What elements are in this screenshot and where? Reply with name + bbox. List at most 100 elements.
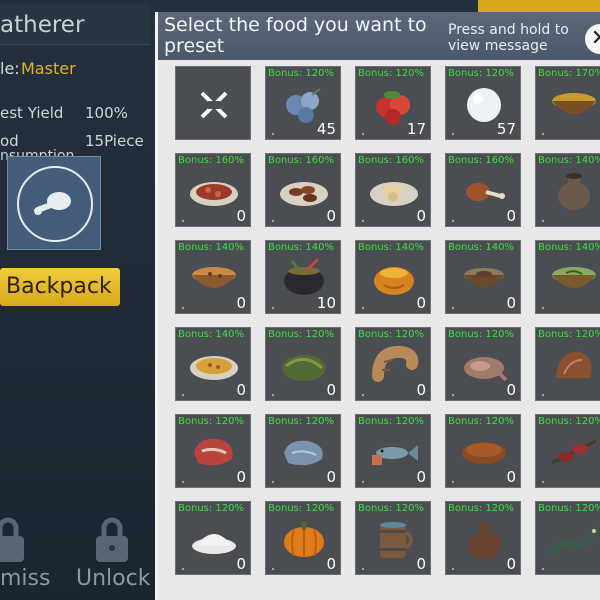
unlock-label[interactable]: Unlock — [76, 566, 150, 591]
food-slot-dumpling-plate[interactable]: Bonus: 160% 0 — [355, 153, 431, 227]
bonus-label: Bonus: 140% — [358, 242, 425, 253]
food-slot-green-soup[interactable]: Bonus: 140% — [535, 240, 600, 314]
food-slot-raw-fish-fillet[interactable]: Bonus: 120% 0 — [265, 414, 341, 488]
food-slot-cauldron[interactable]: Bonus: 140% 10 — [265, 240, 341, 314]
food-slot-fish[interactable]: Bonus: 120% 0 — [355, 414, 431, 488]
food-slot-raw-steak[interactable]: Bonus: 120% 0 — [175, 414, 251, 488]
backpack-button[interactable]: Backpack — [0, 268, 120, 306]
grade-value: Master — [21, 59, 76, 78]
close-button[interactable]: ✕ — [585, 24, 600, 54]
food-slot-eel[interactable]: Bonus: 120% — [535, 501, 600, 575]
food-slot-clay-pot[interactable]: Bonus: 140% — [535, 153, 600, 227]
slot-marker — [542, 481, 544, 483]
slot-marker — [272, 220, 274, 222]
background-top-tab[interactable] — [478, 0, 600, 12]
clay-pot-icon — [544, 168, 600, 214]
bonus-label: Bonus: 120% — [538, 416, 600, 427]
barrel-mug-icon — [364, 516, 424, 562]
slot-marker — [182, 220, 184, 222]
food-slot-raw-carcass[interactable]: Bonus: 120% 0 — [445, 327, 521, 401]
food-slot-curry-plate[interactable]: Bonus: 140% 0 — [175, 327, 251, 401]
quantity-label: 0 — [326, 468, 336, 486]
slot-marker — [272, 568, 274, 570]
food-slot-grub[interactable]: Bonus: 120% 0 — [355, 327, 431, 401]
soup-bowl-icon — [544, 81, 600, 127]
quantity-label: 0 — [326, 207, 336, 225]
clear-icon — [184, 81, 244, 127]
food-slot-jug[interactable]: Bonus: 120% 0 — [445, 501, 521, 575]
slot-marker — [272, 133, 274, 135]
bonus-label: Bonus: 170% — [538, 68, 600, 79]
slot-marker — [452, 307, 454, 309]
raw-steak-icon — [184, 429, 244, 475]
slot-marker — [542, 568, 544, 570]
grade-label: le: — [0, 59, 20, 78]
raw-carcass-icon — [454, 342, 514, 388]
shell-icon — [544, 342, 600, 388]
bonus-label: Bonus: 120% — [538, 503, 600, 514]
fish-icon — [364, 429, 424, 475]
food-slot-leaf-bundle[interactable]: Bonus: 120% 0 — [265, 327, 341, 401]
dismiss-label[interactable]: miss — [0, 566, 50, 591]
bonus-label: Bonus: 120% — [178, 416, 245, 427]
quantity-label: 0 — [236, 381, 246, 399]
bonus-label: Bonus: 120% — [358, 329, 425, 340]
slot-marker — [452, 133, 454, 135]
quantity-label: 10 — [316, 294, 336, 312]
slot-marker — [362, 133, 364, 135]
quantity-label: 0 — [506, 207, 516, 225]
quantity-label: 0 — [506, 381, 516, 399]
bonus-label: Bonus: 160% — [448, 155, 515, 166]
quantity-label: 0 — [416, 381, 426, 399]
slot-marker — [362, 307, 364, 309]
food-slot-meat-skewer[interactable]: Bonus: 120% — [535, 414, 600, 488]
bonus-label: Bonus: 120% — [358, 68, 425, 79]
food-slot-flour-pile[interactable]: Bonus: 120% 0 — [175, 501, 251, 575]
pumpkin-icon — [274, 516, 334, 562]
bonus-label: Bonus: 120% — [448, 68, 515, 79]
background-title: atherer — [0, 12, 85, 38]
food-slot-bread[interactable]: Bonus: 120% 0 — [445, 414, 521, 488]
porridge-bowl-icon — [184, 255, 244, 301]
food-slot-berries-blue[interactable]: Bonus: 120% 45 — [265, 66, 341, 140]
food-slot-stew-bowl[interactable]: Bonus: 140% 0 — [445, 240, 521, 314]
quantity-label: 0 — [326, 381, 336, 399]
food-slot[interactable] — [7, 156, 101, 250]
food-slot-clear[interactable] — [175, 66, 251, 140]
food-consumption-value: 15Piece — [85, 132, 144, 150]
pumpkin-bowl-icon — [364, 255, 424, 301]
lock-icon[interactable] — [82, 510, 142, 570]
food-slot-pumpkin-bowl[interactable]: Bonus: 140% 0 — [355, 240, 431, 314]
meat-icon — [34, 192, 71, 215]
drumstick-icon — [454, 168, 514, 214]
bonus-label: Bonus: 120% — [268, 503, 335, 514]
food-slot-meat-platter[interactable]: Bonus: 160% 0 — [175, 153, 251, 227]
slot-marker — [542, 220, 544, 222]
harvest-yield-value: 100% — [85, 104, 128, 122]
food-slot-porridge-bowl[interactable]: Bonus: 140% 0 — [175, 240, 251, 314]
quantity-label: 0 — [506, 468, 516, 486]
dismiss-icon[interactable] — [0, 510, 38, 570]
food-slot-shell[interactable]: Bonus: 120% — [535, 327, 600, 401]
raw-fish-fillet-icon — [274, 429, 334, 475]
jug-icon — [454, 516, 514, 562]
food-slot-grilled-platter[interactable]: Bonus: 160% 0 — [265, 153, 341, 227]
food-slot-drumstick[interactable]: Bonus: 160% 0 — [445, 153, 521, 227]
modal-hint: Press and hold to view message — [448, 22, 569, 54]
quantity-label: 0 — [236, 468, 246, 486]
food-slot-berries-red[interactable]: Bonus: 120% 17 — [355, 66, 431, 140]
bonus-label: Bonus: 140% — [538, 242, 600, 253]
modal-header: Select the food you want to preset Press… — [158, 12, 600, 60]
bonus-label: Bonus: 140% — [178, 242, 245, 253]
slot-marker — [362, 394, 364, 396]
food-slot-soup-bowl[interactable]: Bonus: 170% — [535, 66, 600, 140]
flour-pile-icon — [184, 516, 244, 562]
food-slot-pumpkin[interactable]: Bonus: 120% 0 — [265, 501, 341, 575]
slot-marker — [272, 307, 274, 309]
dumpling-plate-icon — [364, 168, 424, 214]
food-slot-barrel-mug[interactable]: Bonus: 120% 0 — [355, 501, 431, 575]
food-slot-snowball[interactable]: Bonus: 120% 57 — [445, 66, 521, 140]
slot-marker — [362, 220, 364, 222]
quantity-label: 57 — [496, 120, 516, 138]
slot-marker — [452, 481, 454, 483]
